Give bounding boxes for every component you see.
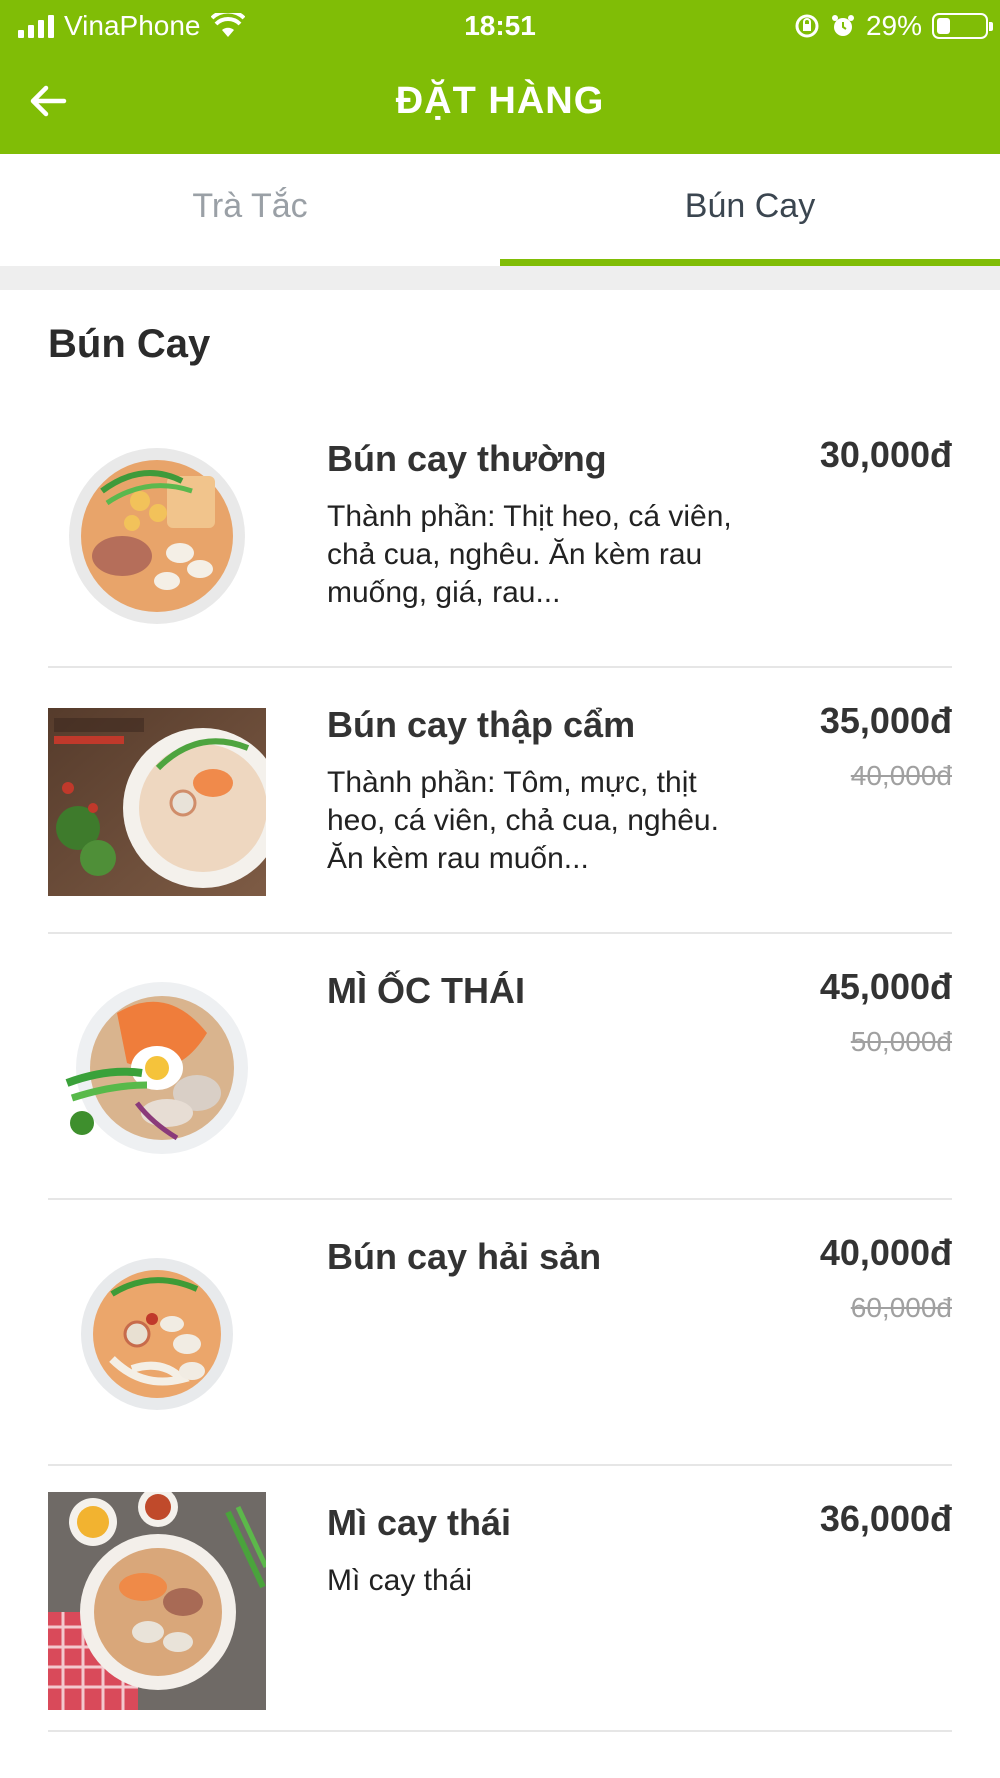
product-price: 36,000đ bbox=[819, 1498, 952, 1539]
product-old-price: 50,000đ bbox=[850, 1026, 952, 1057]
product-name: Bún cay hải sản bbox=[327, 1236, 602, 1277]
product-image bbox=[48, 1492, 266, 1710]
list-item[interactable]: Bún cay thập cẩm Thành phần: Tôm, mực, t… bbox=[48, 668, 952, 934]
product-name: Bún cay thập cẩm bbox=[327, 704, 636, 745]
section-title: Bún Cay bbox=[48, 322, 211, 366]
list-item[interactable]: Bún cay thường Thành phần: Thịt heo, cá … bbox=[48, 402, 952, 668]
divider bbox=[0, 266, 1000, 290]
alarm-icon bbox=[831, 15, 854, 36]
rotation-lock-icon bbox=[795, 14, 819, 38]
product-description: Thành phần: Thịt heo, cá viên, chả cua, … bbox=[327, 500, 732, 609]
product-description: Thành phần: Tôm, mực, thịt heo, cá viên,… bbox=[327, 766, 719, 875]
product-name: Mì cay thái bbox=[327, 1502, 512, 1543]
status-bar: VinaPhone 18:51 29% bbox=[0, 0, 1000, 52]
product-price: 30,000đ bbox=[819, 434, 952, 475]
list-item[interactable]: Bún cay hải sản 40,000đ 60,000đ bbox=[48, 1200, 952, 1466]
product-image bbox=[48, 440, 266, 632]
product-image bbox=[48, 972, 266, 1164]
product-price: 45,000đ bbox=[819, 966, 952, 1007]
product-price: 40,000đ bbox=[819, 1232, 952, 1273]
product-old-price: 60,000đ bbox=[850, 1292, 952, 1323]
product-old-price: 40,000đ bbox=[850, 760, 952, 791]
app-header: VinaPhone 18:51 29% ĐẶT HÀNG bbox=[0, 0, 1000, 154]
tab-bun-cay[interactable]: Bún Cay bbox=[500, 154, 1000, 266]
tab-tra-tac[interactable]: Trà Tắc bbox=[0, 154, 500, 266]
product-list: Bún cay thường Thành phần: Thịt heo, cá … bbox=[48, 402, 952, 1732]
product-price: 35,000đ bbox=[819, 700, 952, 741]
product-image bbox=[48, 706, 266, 898]
battery-percent: 29% bbox=[865, 10, 922, 41]
list-item[interactable]: Mì cay thái Mì cay thái 36,000đ bbox=[48, 1466, 952, 1732]
category-tabs: Trà Tắc Bún Cay bbox=[0, 154, 1000, 266]
product-name: Bún cay thường bbox=[327, 438, 607, 479]
page-title: ĐẶT HÀNG bbox=[395, 80, 605, 122]
battery-fill bbox=[937, 18, 951, 34]
product-description: Mì cay thái bbox=[327, 1564, 473, 1597]
battery-icon bbox=[932, 13, 993, 39]
product-image bbox=[48, 1238, 266, 1430]
list-item[interactable]: MÌ ỐC THÁI 45,000đ 50,000đ bbox=[48, 934, 952, 1200]
product-name: MÌ ỐC THÁI bbox=[327, 970, 525, 1011]
